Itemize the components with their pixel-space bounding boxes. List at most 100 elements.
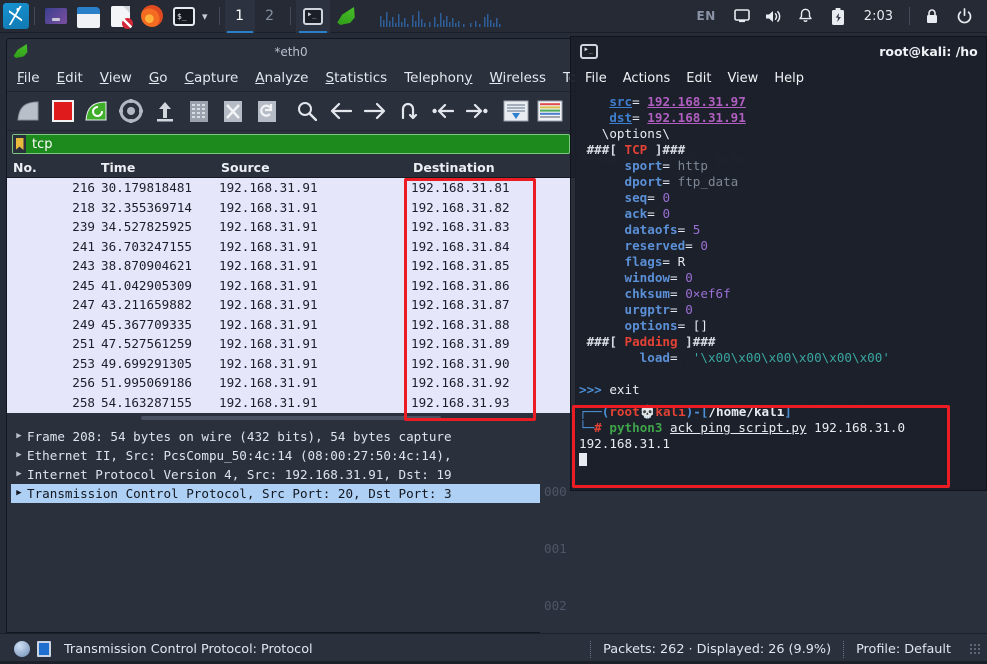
pane-splitter[interactable]: [7, 413, 575, 423]
terminal-icon[interactable]: [168, 0, 200, 33]
terminal-menu-actions[interactable]: Actions: [623, 71, 671, 86]
table-row[interactable]: 26156.326954012192.168.31.91192.168.31.9…: [7, 412, 575, 413]
terminal-line: >>> exit: [579, 382, 640, 397]
detail-tree-item[interactable]: ▶ Ethernet II, Src: PcsCompu_50:4c:14 (08…: [11, 446, 540, 465]
table-row[interactable]: 216 30.179818481 192.168.31.91 192.168.31.8…: [7, 178, 575, 198]
find-packet-icon[interactable]: [292, 96, 322, 126]
firefox-icon[interactable]: [136, 0, 168, 33]
table-row[interactable]: 251 47.527561259 192.168.31.91 192.168.31.8…: [7, 334, 575, 354]
table-row[interactable]: 253 49.699291305 192.168.31.91 192.168.31.9…: [7, 354, 575, 374]
go-first-packet-icon[interactable]: [428, 96, 458, 126]
terminal-output[interactable]: src= 192.168.31.97 dst= 192.168.31.91 \o…: [571, 91, 986, 490]
menu-file[interactable]: File: [17, 70, 40, 86]
workspace-1[interactable]: 1: [224, 0, 255, 33]
bookmark-icon[interactable]: [13, 135, 26, 153]
display-icon[interactable]: [727, 0, 757, 33]
colorize-icon[interactable]: [535, 96, 565, 126]
expand-arrow-icon[interactable]: ▶: [11, 446, 27, 465]
table-row[interactable]: 258 54.163287155 192.168.31.91 192.168.31.9…: [7, 393, 575, 413]
wireshark-menubar: File Edit View Go Capture Analyze Statis…: [7, 64, 575, 92]
column-header-source[interactable]: Source: [215, 160, 407, 175]
profile-label[interactable]: Profile: Default: [856, 642, 951, 657]
table-row[interactable]: 247 43.211659882 192.168.31.91 192.168.31.8…: [7, 295, 575, 315]
table-row[interactable]: 245 41.042905309 192.168.31.91 192.168.31.8…: [7, 276, 575, 296]
terminal-line: ###[ TCP ]###: [586, 142, 686, 157]
shell-prompt-line2[interactable]: └─# python3 ack ping script.py 192.168.3…: [579, 420, 986, 436]
table-row[interactable]: 218 32.355369714 192.168.31.91 192.168.31.8…: [7, 198, 575, 218]
go-forward-icon[interactable]: [360, 96, 390, 126]
wireshark-window: *eth0 File Edit View Go Capture Analyze …: [6, 38, 576, 633]
battery-charging-icon[interactable]: [823, 0, 853, 33]
expand-arrow-icon[interactable]: ▶: [11, 484, 27, 503]
terminal-menu-help[interactable]: Help: [774, 71, 804, 86]
close-file-icon[interactable]: [218, 96, 248, 126]
menu-wireless[interactable]: Wireless: [489, 70, 546, 86]
menu-analyze[interactable]: Analyze: [255, 70, 308, 86]
logout-icon[interactable]: [949, 0, 979, 33]
kali-menu-icon[interactable]: [0, 0, 29, 33]
clock[interactable]: 2:03: [855, 9, 902, 24]
packet-detail-tree[interactable]: ▶ Frame 208: 54 bytes on wire (432 bits),…: [7, 423, 540, 632]
detail-tree-item[interactable]: ▶ Frame 208: 54 bytes on wire (432 bits),…: [11, 427, 540, 446]
go-to-packet-icon[interactable]: [394, 96, 424, 126]
menu-view[interactable]: View: [100, 70, 132, 86]
file-manager-icon[interactable]: [72, 0, 105, 33]
divider: [289, 7, 291, 25]
menu-statistics[interactable]: Statistics: [325, 70, 387, 86]
reload-file-icon[interactable]: [252, 96, 282, 126]
table-row[interactable]: 256 51.995069186 192.168.31.91 192.168.31.9…: [7, 373, 575, 393]
notification-bell-icon[interactable]: [791, 0, 821, 33]
column-header-destination[interactable]: Destination: [407, 160, 567, 175]
start-capture-icon[interactable]: [14, 96, 44, 126]
cell-time: 41.042905309: [101, 277, 192, 293]
status-text: Transmission Control Protocol: Protocol: [64, 641, 313, 657]
go-last-packet-icon[interactable]: [462, 96, 492, 126]
restart-capture-icon[interactable]: [82, 96, 112, 126]
lock-icon[interactable]: [917, 0, 947, 33]
taskbar-window-terminal[interactable]: [295, 0, 330, 33]
table-row[interactable]: 249 45.367709335 192.168.31.91 192.168.31.8…: [7, 315, 575, 335]
expand-arrow-icon[interactable]: ▶: [11, 427, 27, 446]
display-filter-input[interactable]: [26, 136, 569, 152]
table-row[interactable]: 239 34.527825925 192.168.31.91 192.168.31.8…: [7, 217, 575, 237]
menu-telephony[interactable]: Telephony: [404, 70, 472, 86]
table-row[interactable]: 243 38.870904621 192.168.31.91 192.168.31.8…: [7, 256, 575, 276]
go-back-icon[interactable]: [326, 96, 356, 126]
cell-no: 261: [7, 412, 95, 413]
save-file-icon[interactable]: [184, 96, 214, 126]
capture-status-icon[interactable]: [14, 641, 30, 657]
terminal-menu-file[interactable]: File: [585, 71, 607, 86]
cell-destination: 192.168.31.84: [411, 238, 510, 254]
cell-no: 218: [72, 199, 95, 215]
expand-arrow-icon[interactable]: ▶: [11, 465, 27, 484]
column-header-no[interactable]: No.: [7, 160, 95, 175]
resize-grip[interactable]: [969, 643, 981, 655]
column-header-time[interactable]: Time: [95, 160, 215, 175]
table-row[interactable]: 241 36.703247155 192.168.31.91 192.168.31.8…: [7, 237, 575, 257]
detail-tree-item[interactable]: ▶ Transmission Control Protocol, Src Port…: [11, 484, 540, 503]
chevron-down-icon[interactable]: ▾: [202, 0, 208, 33]
taskbar-window-wireshark[interactable]: [330, 0, 364, 33]
stop-capture-icon[interactable]: [48, 96, 78, 126]
display-filter-row: [7, 131, 575, 157]
workspace-2[interactable]: 2: [255, 0, 285, 33]
capture-file-properties-icon[interactable]: [37, 641, 51, 657]
autoscroll-icon[interactable]: [501, 96, 531, 126]
menu-go[interactable]: Go: [149, 70, 168, 86]
virtualbox-icon[interactable]: [40, 0, 72, 33]
keyboard-layout-indicator[interactable]: EN: [688, 9, 725, 23]
text-editor-icon[interactable]: [105, 0, 136, 33]
packet-list[interactable]: 216 30.179818481 192.168.31.91 192.168.31.8…: [7, 178, 575, 413]
menu-edit[interactable]: Edit: [57, 70, 83, 86]
terminal-title: root@kali: /ho: [879, 43, 978, 59]
volume-icon[interactable]: [759, 0, 789, 33]
terminal-menu-view[interactable]: View: [727, 71, 758, 86]
terminal-line: seq= 0: [624, 190, 671, 205]
capture-options-icon[interactable]: [116, 96, 146, 126]
display-filter-bar[interactable]: [12, 134, 570, 154]
menu-capture[interactable]: Capture: [185, 70, 239, 86]
cell-source: 192.168.31.91: [219, 277, 318, 293]
open-file-icon[interactable]: [150, 96, 180, 126]
detail-tree-item[interactable]: ▶ Internet Protocol Version 4, Src: 192.1…: [11, 465, 540, 484]
terminal-menu-edit[interactable]: Edit: [686, 71, 711, 86]
